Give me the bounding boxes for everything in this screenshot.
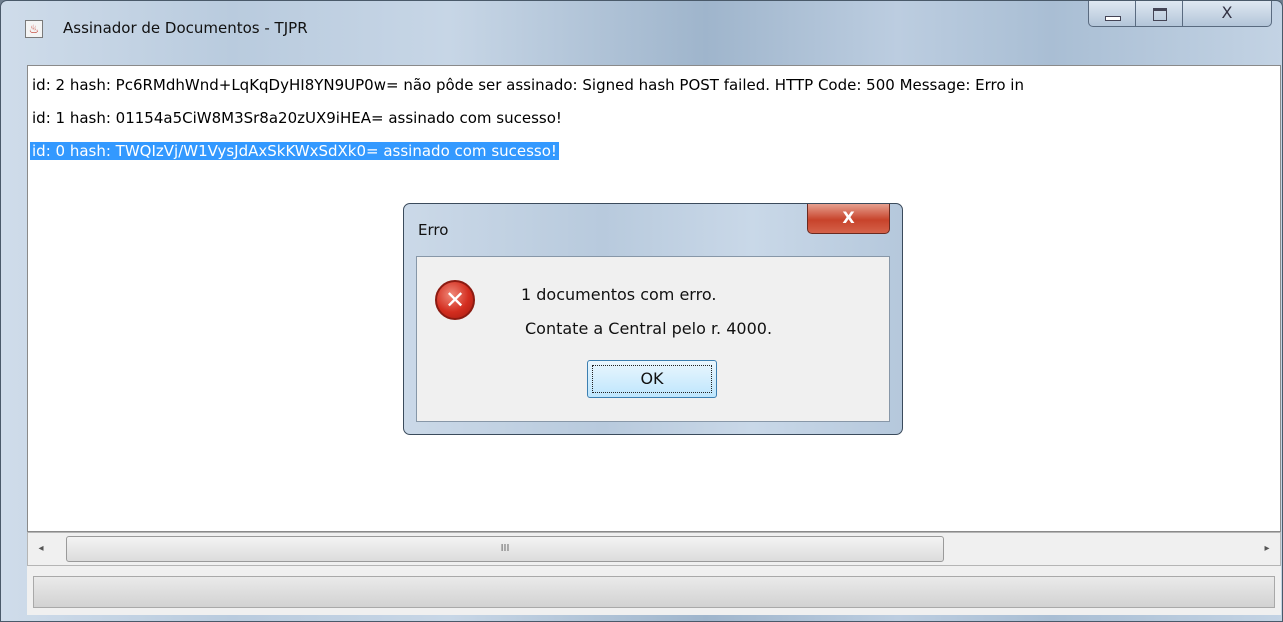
close-button[interactable]: X <box>1182 1 1272 27</box>
error-dialog: Erro X ✕ 1 documentos com erro. Contate … <box>403 203 903 435</box>
scrollbar-thumb[interactable]: III <box>66 536 944 562</box>
close-icon: X <box>842 208 855 227</box>
java-app-icon[interactable]: ♨ <box>25 20 43 38</box>
scroll-right-arrow-icon[interactable]: ▸ <box>1258 540 1276 558</box>
title-bar[interactable]: ♨ Assinador de Documentos - TJPR X <box>1 1 1282 59</box>
dialog-close-button[interactable]: X <box>807 204 890 234</box>
dialog-body: ✕ 1 documentos com erro. Contate a Centr… <box>416 256 890 422</box>
minimize-button[interactable] <box>1088 1 1136 27</box>
log-line[interactable]: id: 2 hash: Pc6RMdhWnd+LqKqDyHI8YN9UP0w=… <box>32 74 1024 96</box>
log-line[interactable]: id: 1 hash: 01154a5CiW8M3Sr8a20zUX9iHEA=… <box>32 107 562 129</box>
status-bar <box>33 576 1275 608</box>
scroll-left-arrow-icon[interactable]: ◂ <box>32 540 50 558</box>
dialog-title: Erro <box>418 221 449 239</box>
maximize-button[interactable] <box>1135 1 1183 27</box>
log-line-selected[interactable]: id: 0 hash: TWQIzVj/W1VysJdAxSkKWxSdXk0=… <box>30 140 559 162</box>
error-icon: ✕ <box>435 280 475 320</box>
dialog-message-line2: Contate a Central pelo r. 4000. <box>525 319 773 338</box>
close-icon: X <box>1221 3 1233 22</box>
horizontal-scrollbar[interactable]: ◂ III ▸ <box>27 532 1281 566</box>
window-title: Assinador de Documentos - TJPR <box>63 19 308 37</box>
ok-button[interactable]: OK <box>587 360 717 398</box>
dialog-message-line1: 1 documentos com erro. <box>521 285 717 304</box>
